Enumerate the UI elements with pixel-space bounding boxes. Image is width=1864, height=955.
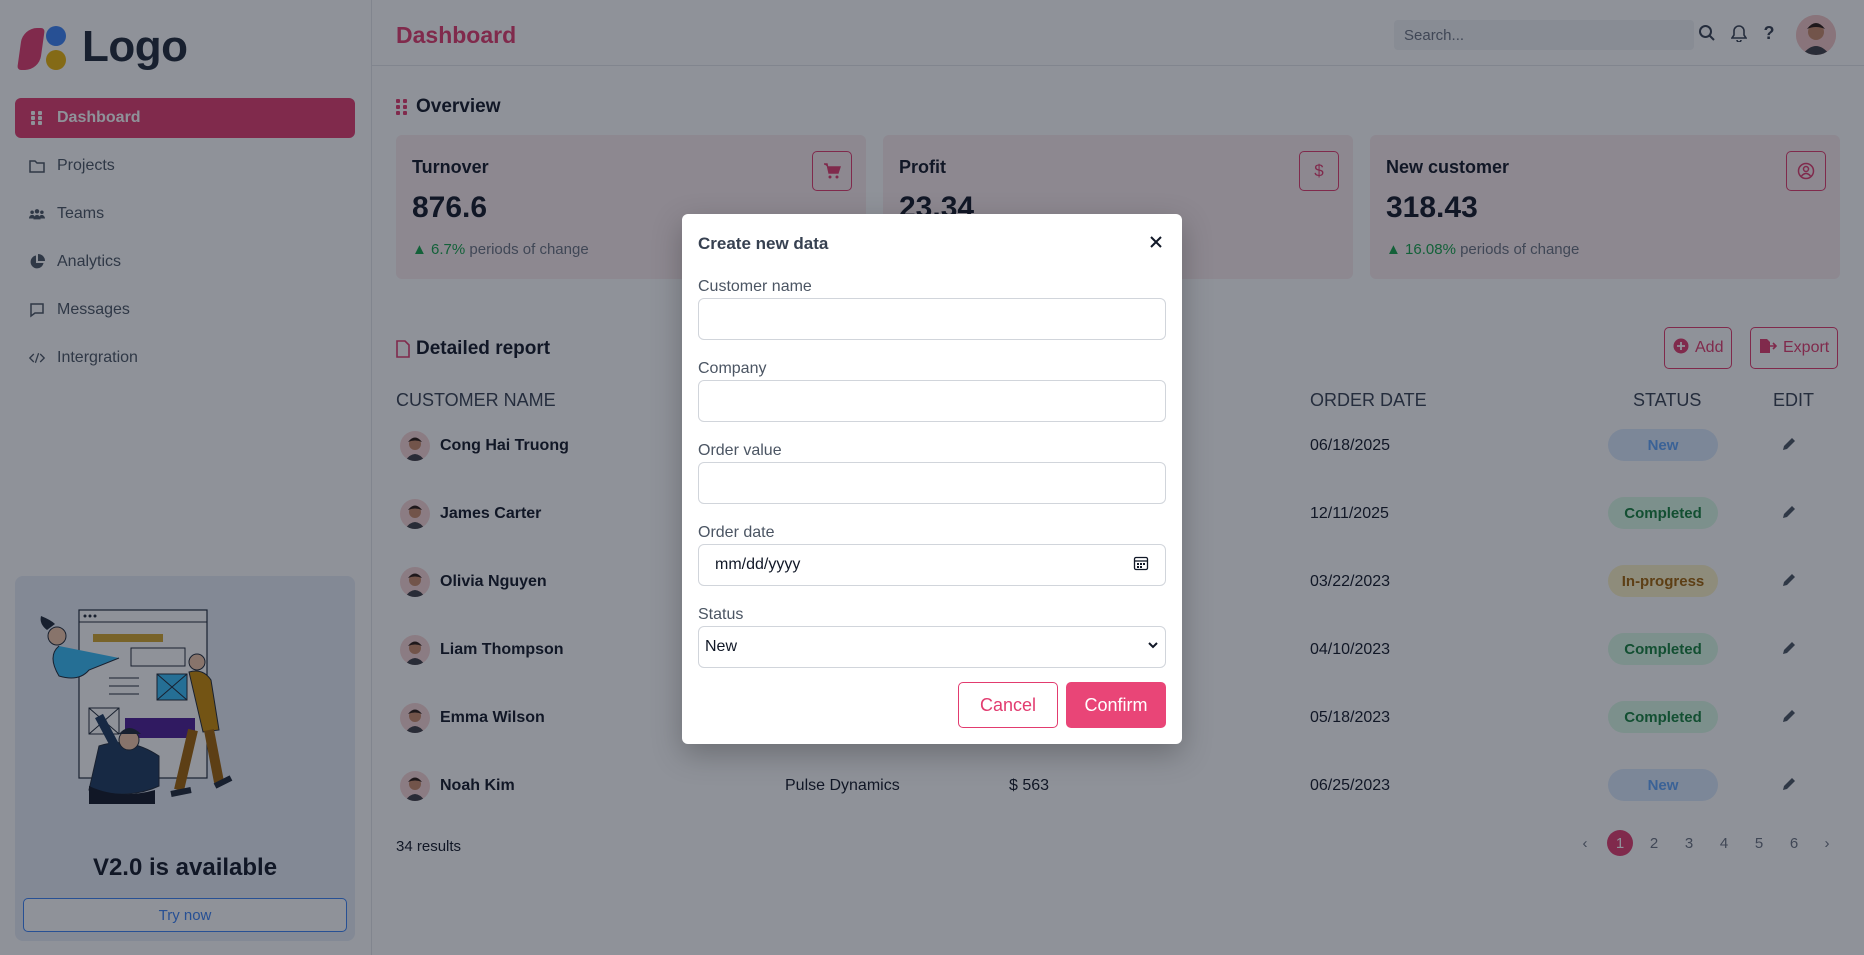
calendar-icon[interactable] [1133, 555, 1149, 576]
status-select[interactable]: New [698, 626, 1166, 668]
confirm-button[interactable]: Confirm [1066, 682, 1166, 728]
status-selected-value: New [705, 638, 738, 655]
customer-name-label: Customer name [698, 278, 812, 295]
order-date-label: Order date [698, 524, 775, 541]
company-label: Company [698, 360, 767, 377]
order-value-label: Order value [698, 442, 782, 459]
create-data-modal: Create new data Customer name Company Or… [682, 214, 1182, 744]
close-icon[interactable] [1146, 232, 1166, 252]
modal-title: Create new data [698, 234, 829, 253]
date-placeholder: mm/dd/yyyy [715, 556, 801, 573]
app-root: Logo Dashboard Projects Teams Analytics … [0, 0, 1864, 955]
order-value-input[interactable] [698, 462, 1166, 504]
company-input[interactable] [698, 380, 1166, 422]
chevron-down-icon [1147, 638, 1159, 656]
customer-name-input[interactable] [698, 298, 1166, 340]
cancel-button[interactable]: Cancel [958, 682, 1058, 728]
status-label: Status [698, 606, 744, 623]
order-date-input[interactable]: mm/dd/yyyy [698, 544, 1166, 586]
